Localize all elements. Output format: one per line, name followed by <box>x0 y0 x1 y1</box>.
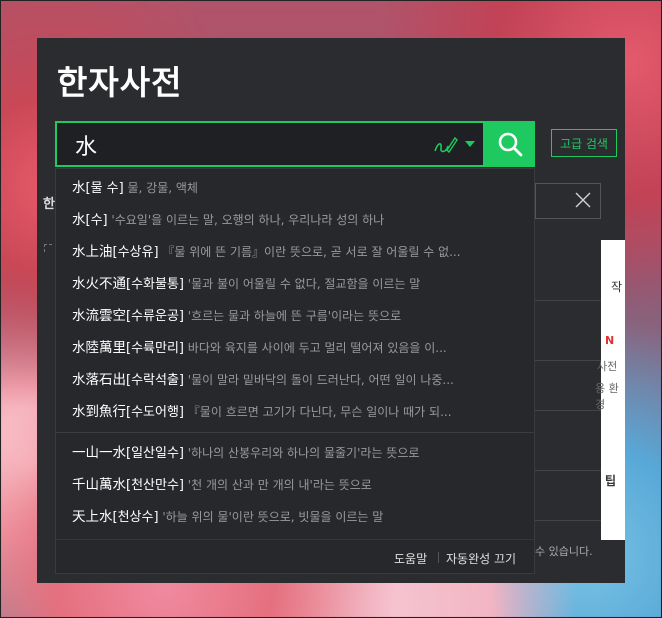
search-input[interactable] <box>73 129 407 161</box>
side-text-3: 사전 <box>597 360 618 373</box>
caret-down-icon[interactable] <box>465 141 475 147</box>
advanced-search-button[interactable]: 고급 검색 <box>551 129 617 157</box>
autocomplete-off-link[interactable]: 자동완성 끄기 <box>446 550 516 567</box>
suggestion-item[interactable]: 千山萬水[천산만수] '천 개의 산과 만 개의 내'라는 뜻으로 <box>72 473 522 497</box>
search-icon <box>498 132 523 157</box>
side-text-5: 팁 <box>605 474 617 488</box>
side-text-4: 용 환경 <box>595 382 619 411</box>
suggestion-item[interactable]: 水上油[수상유] 『물 위에 뜬 기름』이란 뜻으로, 곧 서로 잘 어울릴 수… <box>72 240 522 264</box>
suggestion-item[interactable]: 水陸萬里[수륙만리] 바다와 육지를 사이에 두고 멀리 떨어져 있음을 이..… <box>72 336 522 360</box>
close-icon[interactable] <box>574 191 592 213</box>
side-text-1: 작 <box>611 280 623 294</box>
page-title: 한자사전 <box>57 63 183 102</box>
side-text-2: N <box>605 334 615 347</box>
suggestion-item[interactable]: 天上水[천상수] '하늘 위의 물'이란 뜻으로, 빗물을 이르는 말 <box>72 505 522 529</box>
suggestion-item[interactable]: 水火不通[수화불통] '물과 불이 어울릴 수 없다, 절교함을 이르는 말 <box>72 272 522 296</box>
search-box <box>55 121 485 167</box>
behind-tab: 한 <box>43 197 55 212</box>
behind-rows <box>535 240 601 530</box>
search-button[interactable] <box>485 121 535 167</box>
suggestion-divider <box>56 432 534 433</box>
autocomplete-footer: 도움말 자동완성 끄기 <box>56 539 534 574</box>
suggestion-item[interactable]: 水[수] '수요일'을 이르는 말, 오행의 하나, 우리나라 성의 하나 <box>72 208 522 232</box>
suggestion-item[interactable]: 水[물 수] 물, 강물, 액체 <box>72 176 522 200</box>
suggestion-item[interactable]: 一山一水[일산일수] '하나의 산봉우리와 하나의 물줄기'라는 뜻으로 <box>72 441 522 465</box>
corner-marker <box>44 244 52 252</box>
handwriting-pen-icon[interactable] <box>432 134 458 160</box>
suggestion-item[interactable]: 水流雲空[수류운공] '흐르는 물과 하늘에 뜬 구름'이라는 뜻으로 <box>72 304 522 328</box>
suggestion-item[interactable]: 水落石出[수락석출] '물이 말라 밑바닥의 돌이 드러난다, 어떤 일이 나중… <box>72 368 522 392</box>
help-link[interactable]: 도움말 <box>394 550 427 567</box>
autocomplete-list: 水[물 수] 물, 강물, 액체 水[수] '수요일'을 이르는 말, 오행의 … <box>55 168 535 574</box>
right-side-strip: 작 N 사전 용 환경 팁 <box>595 240 625 540</box>
behind-bottom-text: 수 있습니다. <box>535 545 593 558</box>
suggestion-item[interactable]: 水到魚行[수도어행] 『물이 흐르면 고기가 다닌다, 무슨 일이나 때가 되.… <box>72 400 522 424</box>
footer-separator <box>438 552 439 563</box>
